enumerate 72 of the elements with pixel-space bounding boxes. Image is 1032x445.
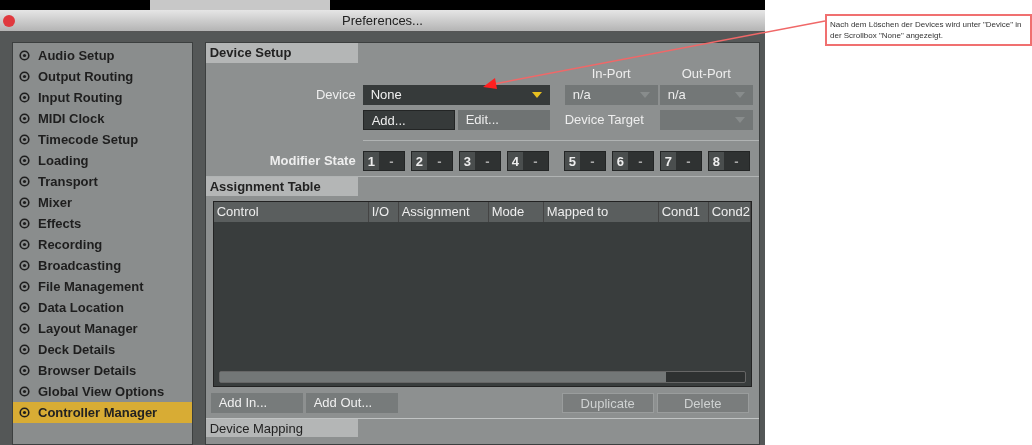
modifier-state-button[interactable]: 2 - [410,151,453,171]
section-header: Device Mapping [205,419,358,437]
modifier-state-button[interactable]: 7 - [659,151,702,171]
radio-icon [19,50,30,61]
sidebar-item[interactable]: MIDI Clock [13,108,192,129]
radio-icon [19,260,30,271]
radio-icon [19,344,30,355]
radio-icon [19,239,30,250]
sidebar-item[interactable]: Timecode Setup [13,129,192,150]
sidebar-item[interactable]: Broadcasting [13,255,192,276]
sidebar-item[interactable]: Global View Options [13,381,192,402]
column-header: Assignment [398,202,489,222]
sidebar-item[interactable]: Controller Manager [13,402,192,423]
column-header: Mode [488,202,544,222]
sidebar-item[interactable]: Data Location [13,297,192,318]
field-label: Device Target [564,111,645,130]
sidebar-item[interactable]: Mixer [13,192,192,213]
sidebar-item[interactable]: File Management [13,276,192,297]
sidebar-item[interactable]: Loading [13,150,192,171]
close-button[interactable] [3,15,15,27]
annotation-note: Nach dem Löschen der Devices wird unter "Device" in der Scrollbox "None" angezeigt. [825,14,1032,46]
sidebar-item[interactable]: Layout Manager [13,318,192,339]
section-header: Device Setup [205,43,358,63]
radio-icon [19,407,30,418]
radio-icon [19,365,30,376]
horizontal-scrollbar[interactable] [218,371,746,383]
field-label: Device [314,86,356,105]
device-dropdown[interactable]: None [362,85,550,105]
sidebar-item[interactable]: Audio Setup [13,45,192,66]
sidebar-item[interactable]: Recording [13,234,192,255]
sidebar-item[interactable]: Output Routing [13,66,192,87]
modifier-state-button[interactable]: 3 - [458,151,501,171]
sidebar-item[interactable]: Input Routing [13,87,192,108]
radio-icon [19,281,30,292]
add-button[interactable]: Add... [362,110,455,130]
radio-icon [19,302,30,313]
radio-icon [19,134,30,145]
column-label: Out-Port [680,64,732,83]
modifier-state-button[interactable]: 4 - [506,151,549,171]
radio-icon [19,71,30,82]
modifier-state-button[interactable]: 6 - [611,151,654,171]
window-title: Preferences... [342,11,423,30]
field-label: Modifier State [268,152,356,171]
column-header: Cond1 [658,202,709,222]
radio-icon [19,197,30,208]
radio-icon [19,92,30,103]
scrollbar-thumb[interactable] [219,372,667,382]
edit-button[interactable]: Edit... [457,110,550,130]
radio-icon [19,323,30,334]
column-header: I/O [368,202,399,222]
modifier-state-button[interactable]: 5 - [563,151,606,171]
radio-icon [19,176,30,187]
caret-icon [531,92,542,98]
action-button[interactable]: Add In... [210,393,303,413]
column-header: Control [213,202,369,222]
action-button[interactable]: Add Out... [305,393,398,413]
radio-icon [19,113,30,124]
column-label: In-Port [590,64,632,83]
sidebar-item[interactable]: Effects [13,213,192,234]
column-header: Mapped to [543,202,659,222]
section-header: Assignment Table [205,177,358,196]
modifier-state-button[interactable]: 1 - [362,151,405,171]
in-port-dropdown[interactable]: n/a [564,85,658,105]
modifier-state-button[interactable]: 8 - [707,151,750,171]
sidebar-item[interactable]: Browser Details [13,360,192,381]
radio-icon [19,386,30,397]
sidebar-item[interactable]: Transport [13,171,192,192]
radio-icon [19,218,30,229]
sidebar-item[interactable]: Deck Details [13,339,192,360]
out-port-dropdown[interactable]: n/a [659,85,753,105]
radio-icon [19,155,30,166]
column-header: Cond2 [708,202,751,222]
